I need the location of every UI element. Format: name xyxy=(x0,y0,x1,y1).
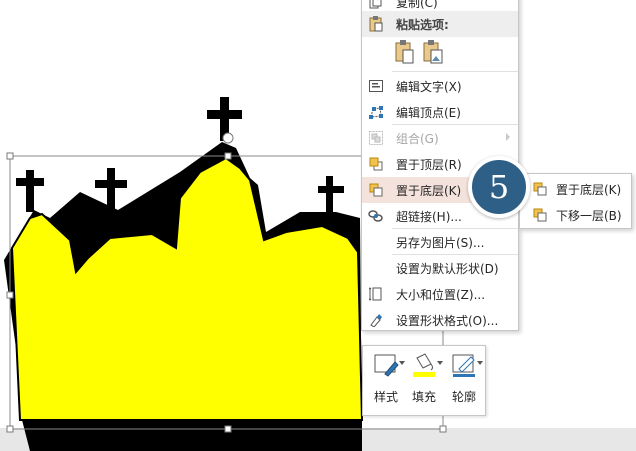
crown-body[interactable] xyxy=(10,156,364,421)
outline-pen-icon xyxy=(449,352,483,378)
send-back-icon xyxy=(368,182,384,198)
menu-label: 编辑文字(X) xyxy=(396,79,462,94)
menu-label: 编辑顶点(E) xyxy=(396,105,461,120)
menu-item-size-position[interactable]: 大小和位置(Z)... xyxy=(362,281,518,307)
menu-label: 粘贴选项: xyxy=(396,17,449,32)
menu-label: 设置为默认形状(D) xyxy=(396,261,499,276)
menu-item-edit-text[interactable]: 编辑文字(X) xyxy=(362,73,518,99)
style-label: 样式 xyxy=(373,390,398,404)
paste-as-picture-button[interactable] xyxy=(422,39,444,65)
menu-item-group[interactable]: 组合(G) xyxy=(362,125,518,151)
edit-text-icon xyxy=(368,78,384,94)
paste-icon xyxy=(368,16,384,32)
menu-item-save-as-picture[interactable]: 另存为图片(S)... xyxy=(362,229,518,255)
paste-clipboard-icon xyxy=(395,40,414,64)
edit-points-icon xyxy=(368,104,384,120)
fill-bucket-icon xyxy=(409,352,443,378)
submenu-item-send-to-back[interactable]: 置于底层(K) xyxy=(520,176,631,202)
cross-icon xyxy=(318,176,344,216)
group-icon xyxy=(368,130,384,146)
resize-handle-top[interactable] xyxy=(224,152,232,160)
submenu-label: 下移一层(B) xyxy=(556,208,622,223)
menu-item-set-default-shape[interactable]: 设置为默认形状(D) xyxy=(362,255,518,281)
menu-label: 复制(C) xyxy=(396,0,438,10)
style-icon xyxy=(371,352,405,378)
send-to-back-icon xyxy=(532,181,548,197)
send-backward-icon xyxy=(532,207,548,223)
menu-label: 置于顶层(R) xyxy=(396,157,462,172)
size-position-icon xyxy=(368,286,384,302)
menu-item-edit-points[interactable]: 编辑顶点(E) xyxy=(362,99,518,125)
send-to-back-submenu: 置于底层(K) 下移一层(B) xyxy=(519,173,632,229)
menu-separator xyxy=(392,71,518,72)
cross-icon xyxy=(16,170,44,212)
submenu-label: 置于底层(K) xyxy=(556,182,622,197)
menu-label: 超链接(H)... xyxy=(396,209,462,224)
rotate-handle[interactable] xyxy=(222,132,234,144)
menu-label: 大小和位置(Z)... xyxy=(396,287,486,302)
style-button[interactable]: 样式 xyxy=(367,352,405,410)
copy-icon xyxy=(368,0,384,10)
menu-label: 组合(G) xyxy=(396,131,439,146)
menu-label: 设置形状格式(O)... xyxy=(396,313,499,328)
blank-icon xyxy=(368,260,384,276)
paste-options-header: 粘贴选项: xyxy=(362,11,518,37)
mini-format-toolbar: 样式 填充 轮廓 xyxy=(362,345,486,416)
submenu-arrow-icon xyxy=(506,133,510,141)
blank-icon xyxy=(368,234,384,250)
paste-keep-format-button[interactable] xyxy=(394,39,416,65)
outline-button[interactable]: 轮廓 xyxy=(445,352,483,410)
paste-picture-icon xyxy=(423,40,443,64)
menu-label: 置于底层(K) xyxy=(396,183,462,198)
fill-button[interactable]: 填充 xyxy=(405,352,443,410)
paste-options-row xyxy=(394,39,444,65)
bring-front-icon xyxy=(368,156,384,172)
menu-label: 另存为图片(S)... xyxy=(396,235,485,250)
crown-base xyxy=(22,420,362,451)
submenu-item-send-backward[interactable]: 下移一层(B) xyxy=(520,202,631,228)
link-icon xyxy=(368,208,384,224)
menu-item-format-shape[interactable]: 设置形状格式(O)... xyxy=(362,307,518,333)
fill-label: 填充 xyxy=(411,390,436,404)
outline-label: 轮廓 xyxy=(451,390,476,404)
format-shape-icon xyxy=(368,312,384,328)
step-number-badge: 5 xyxy=(468,156,530,218)
